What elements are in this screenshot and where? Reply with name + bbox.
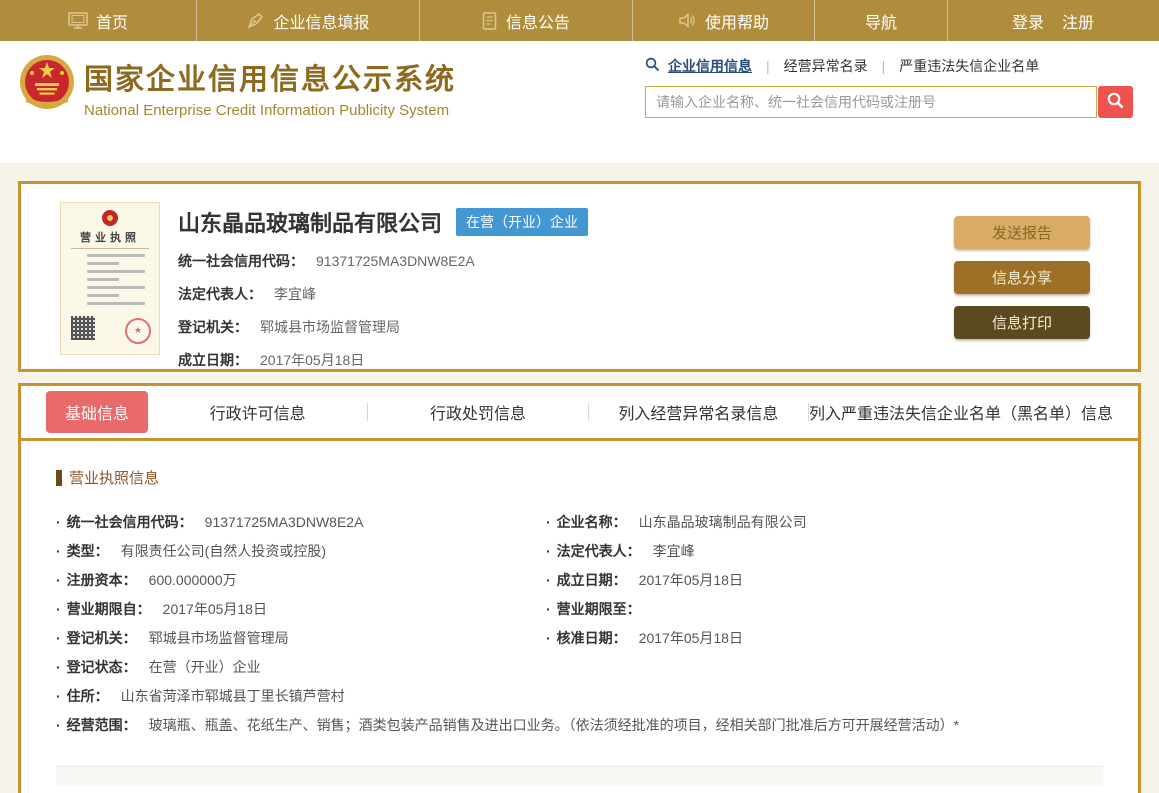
main-content: 营业执照 山东晶品玻璃制品有限公司 在营（开业）企业 统一社会信用代码：9137…: [0, 163, 1159, 793]
search-button[interactable]: [1098, 86, 1133, 118]
detail-row-address: 住所：山东省菏泽市郓城县丁里长镇芦营村: [56, 682, 1103, 711]
nav-item-home[interactable]: 首页: [0, 0, 197, 41]
detail-row-term-to: 营业期限至：: [546, 595, 1103, 624]
section-bullet: [56, 469, 62, 486]
detail-card: 基础信息 行政许可信息 行政处罚信息 列入经营异常名录信息 列入严重违法失信企业…: [18, 383, 1141, 793]
tab-admin-penalty[interactable]: 行政处罚信息: [368, 400, 587, 424]
search-tab-abnormal-list[interactable]: 经营异常名录: [784, 56, 868, 76]
detail-row-credit-code: 统一社会信用代码：91371725MA3DNW8E2A: [56, 508, 546, 537]
nav-item-bulletin[interactable]: 信息公告: [420, 0, 633, 41]
nav-label-navigate: 导航: [864, 14, 897, 32]
site-title: 国家企业信用信息公示系统: [84, 64, 457, 96]
tab-abnormal-list[interactable]: 列入经营异常名录信息: [589, 400, 808, 424]
business-license-image: 营业执照: [60, 202, 160, 355]
nav-item-auth: 登录 注册: [948, 0, 1158, 41]
company-field-founded-date: 成立日期： 2017年05月18日: [178, 352, 365, 368]
search-category-icon: [645, 57, 660, 75]
detail-row-legal-rep: 法定代表人：李宜峰: [546, 537, 1103, 566]
share-info-button[interactable]: 信息分享: [954, 261, 1090, 294]
search-tab-divider: |: [766, 58, 770, 74]
detail-row-term-from: 营业期限自：2017年05月18日: [56, 595, 546, 624]
nav-item-help[interactable]: 使用帮助: [633, 0, 815, 41]
login-link[interactable]: 登录: [1012, 9, 1044, 33]
tab-basic-info[interactable]: 基础信息: [46, 391, 149, 433]
nav-item-enterprise-fill[interactable]: 企业信息填报: [197, 0, 420, 41]
detail-row-founded-date: 成立日期：2017年05月18日: [546, 566, 1103, 595]
site-subtitle: National Enterprise Credit Information P…: [84, 102, 450, 119]
company-summary-card: 营业执照 山东晶品玻璃制品有限公司 在营（开业）企业 统一社会信用代码：9137…: [18, 181, 1141, 372]
company-field-credit-code: 统一社会信用代码： 91371725MA3DNW8E2A: [178, 253, 475, 269]
register-link[interactable]: 注册: [1062, 9, 1094, 33]
license-title: 营业执照: [80, 232, 140, 244]
detail-row-registered-capital: 注册资本：600.000000万: [56, 566, 546, 595]
site-header: 国家企业信用信息公示系统 National Enterprise Credit …: [0, 41, 1159, 163]
pen-icon: [246, 12, 265, 30]
nav-label-help: 使用帮助: [704, 14, 769, 32]
top-nav: 首页 企业信息填报 信息公告 使用帮助 导航 登录 注册: [0, 0, 1159, 41]
nav-item-navigate[interactable]: 导航: [815, 0, 948, 41]
detail-row-status: 登记状态：在营（开业）企业: [56, 653, 546, 682]
nav-label-bulletin: 信息公告: [505, 14, 570, 32]
nav-label-enterprise-fill: 企业信息填报: [273, 14, 370, 32]
company-field-registry: 登记机关： 郓城县市场监督管理局: [178, 319, 400, 335]
detail-row-registry: 登记机关：郓城县市场监督管理局: [56, 624, 546, 653]
search-tab-illegal-list[interactable]: 严重违法失信企业名单: [899, 56, 1039, 76]
company-status-badge: 在营（开业）企业: [456, 208, 589, 236]
card-bottom-strip: [56, 767, 1103, 785]
nav-label-home: 首页: [95, 14, 128, 32]
tab-blacklist[interactable]: 列入严重违法失信企业名单（黑名单）信息: [809, 400, 1113, 424]
search-tab-credit-info[interactable]: 企业信用信息: [668, 56, 752, 76]
detail-row-company-name: 企业名称：山东晶品玻璃制品有限公司: [546, 508, 1103, 537]
print-info-button[interactable]: 信息打印: [954, 306, 1090, 339]
search-block: 企业信用信息 | 经营异常名录 | 严重违法失信企业名单: [645, 55, 1135, 118]
license-red-seal: [125, 318, 151, 344]
detail-row-business-scope: 经营范围：玻璃瓶、瓶盖、花纸生产、销售；酒类包装产品销售及进出口业务。（依法须经…: [56, 711, 1103, 740]
tab-admin-license[interactable]: 行政许可信息: [148, 400, 367, 424]
detail-row-type: 类型：有限责任公司(自然人投资或控股): [56, 537, 546, 566]
monitor-icon: [68, 12, 88, 29]
document-icon: [482, 11, 498, 30]
speaker-icon: [678, 12, 697, 29]
search-tab-divider: |: [881, 58, 886, 74]
national-emblem-logo: [18, 53, 76, 116]
search-input[interactable]: [645, 86, 1097, 118]
company-field-legal-rep: 法定代表人： 李宜峰: [178, 286, 316, 302]
detail-tabs-bar: 基础信息 行政许可信息 行政处罚信息 列入经营异常名录信息 列入严重违法失信企业…: [21, 386, 1138, 441]
detail-row-approval-date: 核准日期：2017年05月18日: [546, 624, 1103, 653]
license-qr-code: [71, 316, 95, 340]
search-icon: [1106, 91, 1125, 113]
license-emblem-icon: [102, 210, 118, 226]
company-name: 山东晶品玻璃制品有限公司: [178, 211, 443, 236]
send-report-button[interactable]: 发送报告: [954, 216, 1090, 249]
section-title-business-license: 营业执照信息: [56, 467, 1103, 488]
